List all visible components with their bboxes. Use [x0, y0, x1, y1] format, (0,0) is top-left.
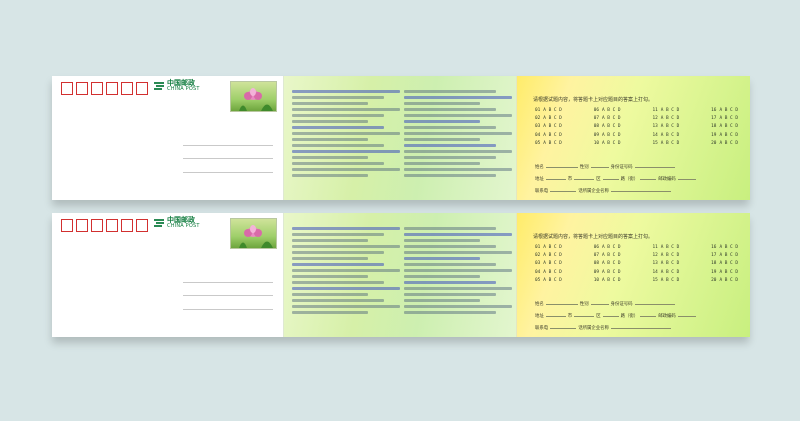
zip-box [61, 82, 73, 95]
postal-code-boxes [61, 219, 148, 232]
answer-instruction: 请根据试题内容，将答题卡上对应题目的答案上打勾。 [533, 97, 654, 103]
address-line [183, 158, 273, 159]
field-row-1[interactable]: 姓名 性别 身份证号码 [535, 301, 677, 307]
china-post-logo: 中国邮政 CHINA POST [153, 80, 200, 92]
question-column-left [292, 90, 400, 180]
zip-box [136, 82, 148, 95]
question-column-right [404, 90, 512, 180]
china-post-logo: 中国邮政 CHINA POST [153, 217, 200, 229]
question-panel [283, 213, 517, 337]
answer-card-panel: 请根据试题内容，将答题卡上对应题目的答案上打勾。 01 A B C D 06 A … [516, 76, 750, 200]
address-line [183, 309, 273, 310]
address-line [183, 172, 273, 173]
zip-box [106, 219, 118, 232]
zip-box [106, 82, 118, 95]
question-column-right [404, 227, 512, 317]
address-line [183, 282, 273, 283]
answer-grid[interactable]: 01 A B C D 06 A B C D 11 A B C D 16 A B C D… [535, 106, 738, 148]
panel-title-strip [294, 78, 511, 88]
answer-grid[interactable]: 01 A B C D 06 A B C D 11 A B C D 16 A B C D… [535, 243, 738, 285]
stamp-lotus-image [230, 218, 277, 249]
question-column-left [292, 227, 400, 317]
address-line [183, 295, 273, 296]
postcard-sheet-1: 中国邮政 CHINA POST 请根据试题内容，将答题卡上对应题目的答案上打勾。… [52, 76, 750, 200]
china-post-emblem-icon [153, 217, 165, 229]
field-row-2[interactable]: 地址市区路（街） 邮政编码 [535, 176, 698, 182]
field-row-3[interactable]: 联系电 话所属企业名称 [535, 325, 673, 331]
zip-box [61, 219, 73, 232]
stamp-lotus-image [230, 81, 277, 112]
zip-box [76, 82, 88, 95]
address-panel: 中国邮政 CHINA POST [52, 213, 283, 337]
postal-code-boxes [61, 82, 148, 95]
address-panel: 中国邮政 CHINA POST [52, 76, 283, 200]
zip-box [91, 82, 103, 95]
china-post-emblem-icon [153, 80, 165, 92]
field-row-1[interactable]: 姓名 性别 身份证号码 [535, 164, 677, 170]
panel-title-strip [527, 215, 744, 225]
postcard-sheet-2: 中国邮政 CHINA POST 请根据试题内容，将答题卡上对应题目的答案上打勾。… [52, 213, 750, 337]
zip-box [76, 219, 88, 232]
question-panel [283, 76, 517, 200]
field-row-2[interactable]: 地址市区路（街） 邮政编码 [535, 313, 698, 319]
field-row-3[interactable]: 联系电 话所属企业名称 [535, 188, 673, 194]
logo-en-text: CHINA POST [167, 223, 200, 229]
panel-title-strip [527, 78, 744, 88]
address-line [183, 145, 273, 146]
zip-box [136, 219, 148, 232]
answer-card-panel: 请根据试题内容，将答题卡上对应题目的答案上打勾。 01 A B C D 06 A … [516, 213, 750, 337]
answer-instruction: 请根据试题内容，将答题卡上对应题目的答案上打勾。 [533, 234, 654, 240]
zip-box [121, 82, 133, 95]
panel-title-strip [294, 215, 511, 225]
logo-en-text: CHINA POST [167, 86, 200, 92]
zip-box [121, 219, 133, 232]
zip-box [91, 219, 103, 232]
